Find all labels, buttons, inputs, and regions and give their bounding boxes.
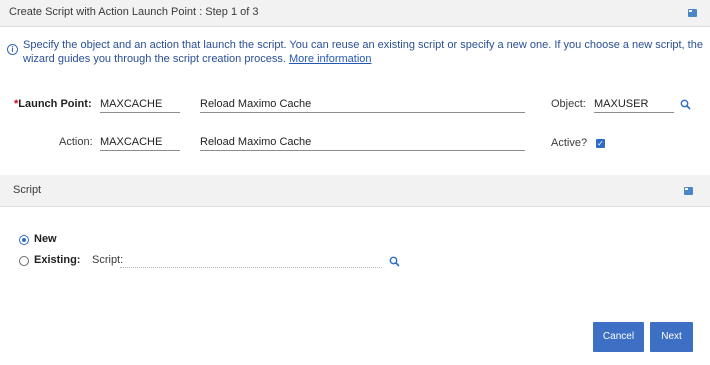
dialog-header: Create Script with Action Launch Point :…	[0, 0, 710, 27]
new-radio[interactable]	[19, 235, 29, 245]
existing-radio[interactable]	[19, 256, 29, 266]
new-option-label: New	[34, 233, 57, 245]
script-search-icon[interactable]	[389, 256, 400, 267]
more-information-link[interactable]: More information	[289, 53, 372, 65]
maximize-icon[interactable]	[688, 9, 697, 17]
script-section-title: Script	[13, 184, 42, 196]
existing-option-label: Existing:	[34, 254, 81, 266]
object-field[interactable]: MAXUSER	[594, 97, 674, 113]
active-label: Active?	[551, 137, 588, 149]
active-checkbox[interactable]: ✓	[596, 139, 605, 148]
object-label: Object:	[551, 98, 586, 110]
launch-point-label: *Launch Point:	[14, 98, 92, 110]
launch-point-label-text: Launch Point:	[18, 98, 92, 110]
object-search-icon[interactable]	[680, 99, 691, 110]
action-label: Action:	[59, 136, 93, 148]
script-section-header: Script	[0, 175, 710, 207]
info-message: Specify the object and an action that la…	[23, 38, 703, 66]
action-field[interactable]: MAXCACHE	[100, 135, 180, 151]
cancel-button[interactable]: Cancel	[593, 322, 644, 352]
launch-point-description-field[interactable]: Reload Maximo Cache	[200, 97, 525, 113]
action-description-field[interactable]: Reload Maximo Cache	[200, 135, 525, 151]
script-label: Script:	[92, 254, 124, 266]
info-icon: i	[7, 44, 18, 55]
dialog-title: Create Script with Action Launch Point :…	[9, 6, 259, 18]
section-maximize-icon[interactable]	[684, 187, 693, 195]
script-field[interactable]	[120, 252, 382, 268]
launch-point-field[interactable]: MAXCACHE	[100, 97, 180, 113]
next-button[interactable]: Next	[650, 322, 693, 352]
